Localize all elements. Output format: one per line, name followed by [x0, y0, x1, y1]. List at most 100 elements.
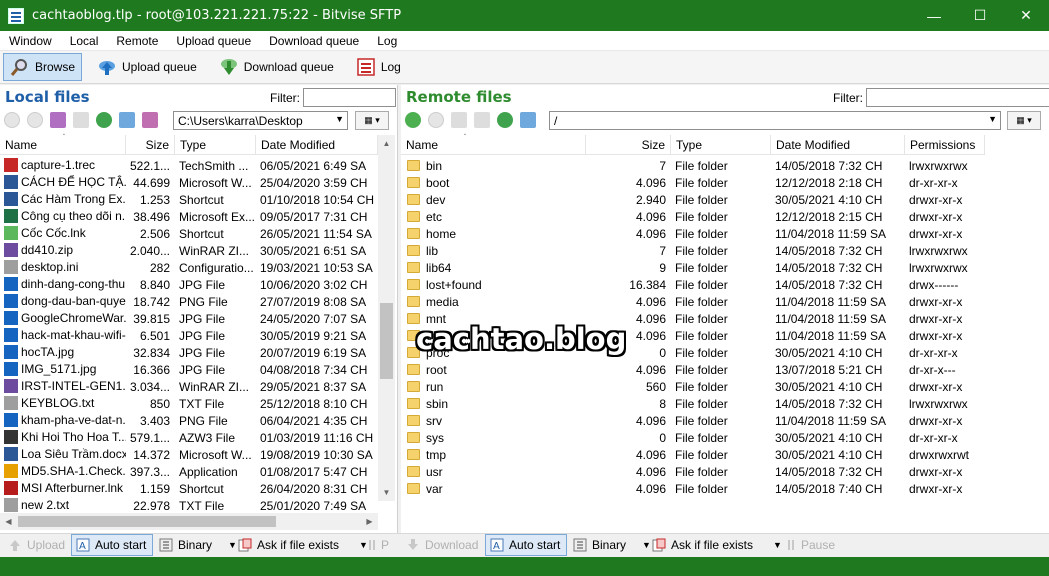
table-row[interactable]: Loa Siêu Trầm.docx 14.372 Microsoft W... 19… [0, 446, 378, 463]
minimize-button[interactable]: — [911, 0, 957, 31]
table-row[interactable]: IMG_5171.jpg 16.366 JPG File 04/08/2018 7:3… [0, 361, 378, 378]
table-row[interactable]: dd410.zip 2.040... WinRAR ZI... 30/05/2021 … [0, 242, 378, 259]
scroll-up-icon[interactable]: ▲ [378, 135, 395, 152]
table-row[interactable]: GoogleChromeWar... 39.815 JPG File 24/05/20… [0, 310, 378, 327]
table-row[interactable]: Khi Hoi Tho Hoa T... 579.1... AZW3 File 01/… [0, 429, 378, 446]
auto-start-left-button[interactable]: A Auto start [71, 534, 153, 556]
table-row[interactable]: run 560 File folder 30/05/2021 4:10 CH drwxr… [401, 378, 985, 395]
col-date[interactable]: Date Modified [771, 134, 905, 155]
back-icon[interactable] [4, 112, 20, 128]
back-icon[interactable] [405, 112, 421, 128]
table-row[interactable]: dong-dau-ban-quye... 18.742 PNG File 27/07/… [0, 293, 378, 310]
table-row[interactable]: lib64 9 File folder 14/05/2018 7:32 CH lrwxr… [401, 259, 985, 276]
local-view-button[interactable]: ▦ ▾ [355, 111, 389, 130]
remote-view-button[interactable]: ▦ ▾ [1007, 111, 1041, 130]
col-name[interactable]: Name [0, 134, 126, 155]
table-row[interactable]: bin 7 File folder 14/05/2018 7:32 CH lrwxrwx… [401, 157, 985, 174]
table-row[interactable]: desktop.ini 282 Configuratio... 19/03/2021 … [0, 259, 378, 276]
binary-left-button[interactable]: Binary ▼ [155, 534, 241, 556]
refresh-icon[interactable] [497, 112, 513, 128]
menu-upload-queue[interactable]: Upload queue [167, 34, 260, 48]
table-row[interactable]: sbin 8 File folder 14/05/2018 7:32 CH lrwxrw… [401, 395, 985, 412]
table-row[interactable]: Các Hàm Trong Ex... 1.253 Shortcut 01/10/20… [0, 191, 378, 208]
remote-path-box[interactable]: / ▼ [549, 111, 1001, 130]
refresh-icon[interactable] [96, 112, 112, 128]
local-horizontal-scrollbar[interactable]: ◀ ▶ [0, 513, 378, 530]
col-name[interactable]: Name [401, 134, 586, 155]
table-row[interactable]: sys 0 File folder 30/05/2021 4:10 CH dr-xr-x… [401, 429, 985, 446]
table-row[interactable]: Công cụ theo dõi n... 38.496 Microsoft Ex.… [0, 208, 378, 225]
local-filter-input[interactable] [303, 88, 396, 107]
local-vertical-scrollbar[interactable]: ▲ ▼ [378, 135, 395, 501]
table-row[interactable]: media 4.096 File folder 11/04/2018 11:59 SA… [401, 293, 985, 310]
col-type[interactable]: Type [671, 134, 771, 155]
menu-window[interactable]: Window [0, 34, 61, 48]
new-folder-icon[interactable] [142, 112, 158, 128]
scroll-thumb[interactable] [380, 303, 393, 379]
table-row[interactable]: CÁCH ĐỂ HỌC TẬ... 44.699 Microsoft W... 25/… [0, 174, 378, 191]
remote-filter-input[interactable] [866, 88, 1049, 107]
local-path-box[interactable]: C:\Users\karra\Desktop ▼ [173, 111, 348, 130]
browse-button[interactable]: Browse [3, 53, 83, 81]
table-row[interactable]: MD5.SHA-1.Check... 397.3... Application 01/… [0, 463, 378, 480]
ask-if-exists-left-button[interactable]: Ask if file exists ▼ [234, 534, 372, 556]
forward-icon[interactable] [428, 112, 444, 128]
download-button[interactable]: Download [402, 534, 482, 556]
scroll-right-icon[interactable]: ▶ [361, 513, 378, 530]
binary-right-button[interactable]: Binary ▼ [569, 534, 655, 556]
menu-local[interactable]: Local [61, 34, 108, 48]
table-row[interactable]: var 4.096 File folder 14/05/2018 7:40 CH drw… [401, 480, 985, 497]
table-row[interactable]: dinh-dang-cong-thu... 8.840 JPG File 10/06/… [0, 276, 378, 293]
col-date[interactable]: Date Modified [256, 134, 378, 155]
pause-right-button[interactable]: Pause [782, 534, 839, 556]
close-button[interactable]: ✕ [1003, 0, 1049, 31]
table-row[interactable]: lost+found 16.384 File folder 14/05/2018 7:… [401, 276, 985, 293]
menu-log[interactable]: Log [368, 34, 406, 48]
table-row[interactable]: hocTA.jpg 32.834 JPG File 20/07/2019 6:19 S… [0, 344, 378, 361]
table-row[interactable]: MSI Afterburner.lnk 1.159 Shortcut 26/04/20… [0, 480, 378, 497]
stop-icon[interactable] [474, 112, 490, 128]
col-type[interactable]: Type [175, 134, 256, 155]
col-permissions[interactable]: Permissions [905, 134, 985, 155]
ask-if-exists-right-button[interactable]: Ask if file exists ▼ [648, 534, 786, 556]
table-row[interactable]: hack-mat-khau-wifi-... 6.501 JPG File 30/05… [0, 327, 378, 344]
chevron-down-icon[interactable]: ▼ [773, 540, 782, 550]
pause-left-button[interactable]: P [364, 534, 393, 556]
stop-icon[interactable] [73, 112, 89, 128]
table-row[interactable]: lib 7 File folder 14/05/2018 7:32 CH lrwxrwx… [401, 242, 985, 259]
col-size[interactable]: Size [586, 134, 671, 155]
upload-queue-button[interactable]: Upload queue [90, 53, 204, 81]
table-row[interactable]: srv 4.096 File folder 11/04/2018 11:59 SA dr… [401, 412, 985, 429]
chevron-down-icon[interactable]: ▼ [988, 114, 997, 124]
table-row[interactable]: dev 2.940 File folder 30/05/2021 4:10 CH drw… [401, 191, 985, 208]
table-row[interactable]: etc 4.096 File folder 12/12/2018 2:15 CH drw… [401, 208, 985, 225]
maximize-button[interactable]: ☐ [957, 0, 1003, 31]
scroll-down-icon[interactable]: ▼ [378, 484, 395, 501]
table-row[interactable]: home 4.096 File folder 11/04/2018 11:59 SA d… [401, 225, 985, 242]
table-row[interactable]: tmp 4.096 File folder 30/05/2021 4:10 CH drw… [401, 446, 985, 463]
folder-up-icon[interactable] [451, 112, 467, 128]
menu-download-queue[interactable]: Download queue [260, 34, 368, 48]
folder-up-icon[interactable] [50, 112, 66, 128]
table-row[interactable]: IRST-INTEL-GEN1... 3.034... WinRAR ZI... 29… [0, 378, 378, 395]
table-row[interactable]: new 2.txt 22.978 TXT File 25/01/2020 7:49 S… [0, 497, 378, 514]
table-row[interactable]: boot 4.096 File folder 12/12/2018 2:18 CH dr… [401, 174, 985, 191]
scroll-left-icon[interactable]: ◀ [0, 513, 17, 530]
table-row[interactable]: kham-pha-ve-dat-n... 3.403 PNG File 06/04/2… [0, 412, 378, 429]
home-icon[interactable] [520, 112, 536, 128]
table-row[interactable]: Cốc Cốc.lnk 2.506 Shortcut 26/05/2021 11:54… [0, 225, 378, 242]
table-row[interactable]: root 4.096 File folder 13/07/2018 5:21 CH dr… [401, 361, 985, 378]
forward-icon[interactable] [27, 112, 43, 128]
menu-remote[interactable]: Remote [107, 34, 167, 48]
col-size[interactable]: Size [126, 134, 175, 155]
table-row[interactable]: KEYBLOG.txt 850 TXT File 25/12/2018 8:10 CH [0, 395, 378, 412]
table-row[interactable]: capture-1.trec 522.1... TechSmith ... 06/05… [0, 157, 378, 174]
table-row[interactable]: usr 4.096 File folder 14/05/2018 7:32 CH drw… [401, 463, 985, 480]
log-button[interactable]: Log [349, 53, 408, 81]
home-icon[interactable] [119, 112, 135, 128]
upload-button[interactable]: Upload [4, 534, 69, 556]
download-queue-button[interactable]: Download queue [212, 53, 341, 81]
auto-start-right-button[interactable]: A Auto start [485, 534, 567, 556]
chevron-down-icon[interactable]: ▼ [335, 114, 344, 124]
hscroll-thumb[interactable] [18, 516, 276, 527]
